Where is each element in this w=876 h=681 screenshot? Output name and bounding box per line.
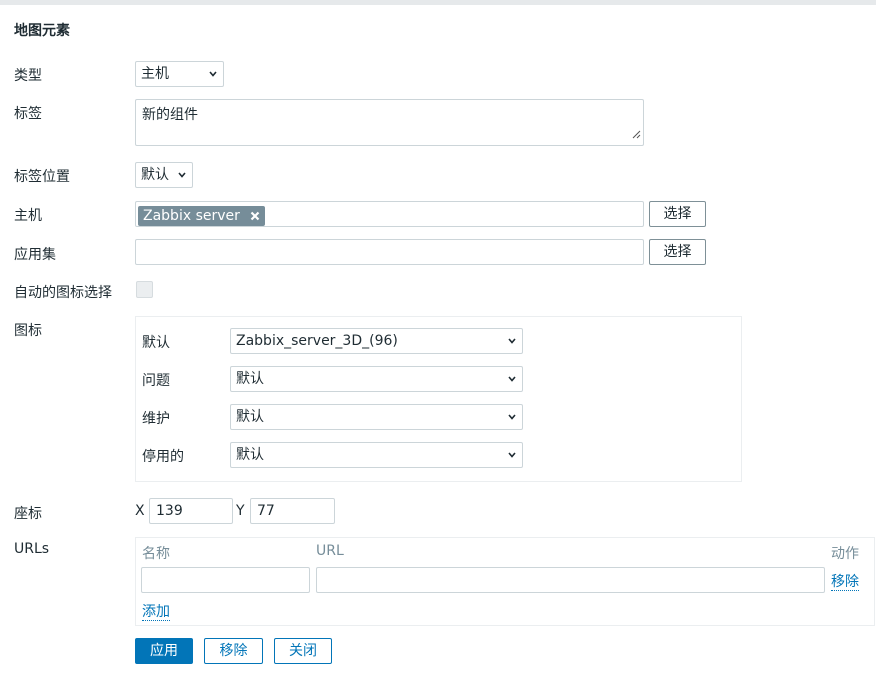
urls-col-action: 动作: [831, 546, 859, 562]
chevron-down-icon: [508, 451, 516, 459]
icon-default-label: 默认: [142, 335, 170, 351]
remove-button[interactable]: 移除: [204, 638, 263, 664]
auto-icon-checkbox[interactable]: [136, 281, 153, 298]
icons-label: 图标: [14, 323, 42, 339]
url-add-link[interactable]: 添加: [142, 604, 170, 621]
dialog-title: 地图元素: [14, 23, 70, 39]
host-select-button[interactable]: 选择: [649, 201, 706, 227]
application-select-button[interactable]: 选择: [649, 239, 706, 265]
icon-maintenance-select[interactable]: 默认: [230, 404, 523, 430]
resize-handle-icon[interactable]: [632, 127, 641, 143]
type-select[interactable]: 主机: [135, 61, 224, 87]
host-chip: Zabbix server: [138, 206, 266, 227]
chevron-down-icon: [508, 375, 516, 383]
application-label: 应用集: [14, 247, 56, 263]
x-label: X: [135, 503, 145, 519]
label-location-value: 默认: [141, 167, 169, 183]
label-location-label: 标签位置: [14, 169, 70, 185]
icon-problem-label: 问题: [142, 373, 170, 389]
auto-icon-label: 自动的图标选择: [14, 285, 112, 301]
icon-problem-select[interactable]: 默认: [230, 366, 523, 392]
chevron-down-icon: [508, 413, 516, 421]
icon-default-value: Zabbix_server_3D_(96): [236, 333, 398, 349]
y-label: Y: [236, 503, 245, 519]
label-textarea-value: 新的组件: [142, 107, 198, 123]
icon-disabled-select[interactable]: 默认: [230, 442, 523, 468]
urls-col-url: URL: [316, 543, 344, 559]
label-location-select[interactable]: 默认: [135, 162, 193, 188]
apply-button[interactable]: 应用: [135, 638, 193, 664]
coordinates-label: 座标: [14, 506, 42, 522]
host-multiselect[interactable]: Zabbix server: [135, 201, 644, 227]
urls-label: URLs: [14, 541, 50, 557]
close-icon[interactable]: [250, 207, 260, 227]
chevron-down-icon: [508, 337, 516, 345]
type-select-value: 主机: [141, 66, 169, 82]
url-name-input[interactable]: [141, 567, 310, 593]
top-edge: [0, 0, 876, 5]
application-input[interactable]: [135, 239, 644, 265]
x-input[interactable]: 139: [149, 498, 233, 524]
icon-maintenance-label: 维护: [142, 411, 170, 427]
chevron-down-icon: [178, 171, 186, 179]
label-label: 标签: [14, 106, 42, 122]
label-textarea[interactable]: 新的组件: [135, 99, 644, 146]
y-input[interactable]: 77: [250, 498, 335, 524]
url-url-input[interactable]: [316, 567, 825, 593]
icon-default-select[interactable]: Zabbix_server_3D_(96): [230, 328, 523, 354]
icon-maintenance-value: 默认: [236, 409, 264, 425]
icon-disabled-label: 停用的: [142, 449, 184, 465]
icon-problem-value: 默认: [236, 371, 264, 387]
url-remove-link[interactable]: 移除: [831, 574, 859, 591]
close-button[interactable]: 关闭: [274, 638, 332, 664]
type-label: 类型: [14, 68, 42, 84]
urls-col-name: 名称: [142, 546, 170, 562]
icon-disabled-value: 默认: [236, 447, 264, 463]
chevron-down-icon: [209, 70, 217, 78]
host-label: 主机: [14, 208, 42, 224]
host-chip-label: Zabbix server: [143, 208, 240, 224]
